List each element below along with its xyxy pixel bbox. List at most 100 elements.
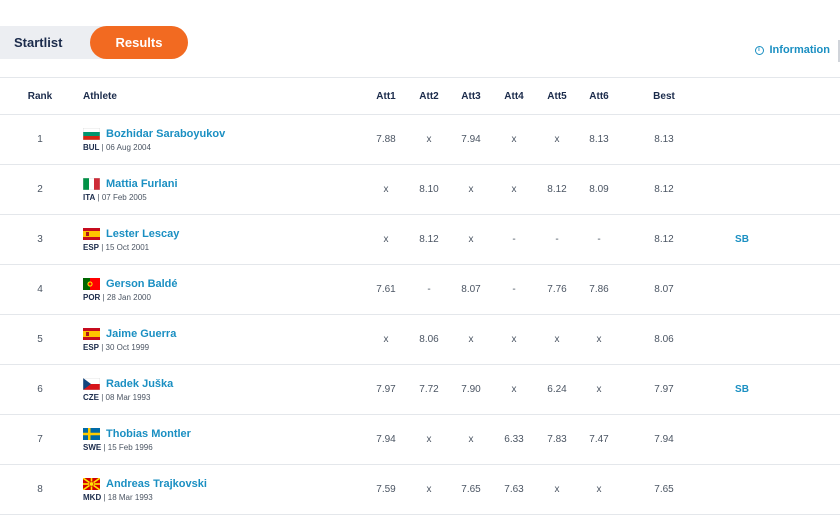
athlete-name-link[interactable]: Bozhidar Saraboyukov bbox=[106, 128, 225, 140]
attempt-1-cell: 7.94 bbox=[376, 434, 396, 445]
athlete-meta: MKD | 18 Mar 1993 bbox=[83, 492, 153, 502]
best-cell: 8.12 bbox=[654, 234, 674, 245]
best-cell: 8.12 bbox=[654, 184, 674, 195]
best-cell: 7.65 bbox=[654, 484, 674, 495]
top-bar: Startlist Results i Information bbox=[0, 0, 840, 78]
athlete-info: Mattia Furlani ITA | 07 Feb 2005 bbox=[82, 177, 178, 202]
attempt-4-cell: x bbox=[511, 134, 517, 145]
country-code: ITA bbox=[83, 192, 96, 202]
note-badge bbox=[724, 165, 760, 214]
table-row: 7 Thobias Montler SWE | 15 Feb 1996 7.94… bbox=[0, 415, 840, 465]
country-code: BUL bbox=[83, 142, 100, 152]
athlete-name-link[interactable]: Lester Lescay bbox=[106, 228, 179, 240]
sweden-flag bbox=[83, 427, 100, 440]
athlete-info: Bozhidar Saraboyukov BUL | 06 Aug 2004 bbox=[82, 127, 225, 152]
athlete-meta: ESP | 30 Oct 1999 bbox=[83, 342, 150, 352]
attempt-3-cell: x bbox=[468, 434, 474, 445]
attempt-6-cell: 8.13 bbox=[589, 134, 609, 145]
athlete-meta: SWE | 15 Feb 1996 bbox=[83, 442, 153, 452]
athlete-name-link[interactable]: Mattia Furlani bbox=[106, 178, 178, 190]
tab-startlist[interactable]: Startlist bbox=[14, 26, 62, 59]
athlete-name-link[interactable]: Andreas Trajkovski bbox=[106, 478, 207, 490]
tab-results[interactable]: Results bbox=[90, 26, 188, 59]
athlete-info: Thobias Montler SWE | 15 Feb 1996 bbox=[83, 427, 191, 452]
best-cell: 8.13 bbox=[654, 134, 674, 145]
attempt-6-cell: 8.09 bbox=[589, 184, 609, 195]
attempt-3-cell: 7.94 bbox=[461, 134, 481, 145]
results-table: Rank Athlete Att1 Att2 Att3 Att4 Att5 At… bbox=[0, 77, 840, 515]
athlete-name-link[interactable]: Thobias Montler bbox=[106, 428, 191, 440]
attempt-1-cell: 7.97 bbox=[376, 384, 396, 395]
athlete-name-line: Radek Juška bbox=[82, 377, 173, 390]
info-icon: i bbox=[754, 45, 764, 55]
attempt-3-cell: x bbox=[468, 334, 474, 345]
best-cell: 8.06 bbox=[654, 334, 674, 345]
attempt-2-cell: 7.72 bbox=[419, 384, 439, 395]
attempt-3-cell: x bbox=[468, 184, 474, 195]
athlete-name-line: Gerson Baldé bbox=[83, 277, 178, 290]
rank-cell: 2 bbox=[37, 184, 43, 195]
attempt-4-cell: x bbox=[511, 334, 517, 345]
attempt-4-cell: - bbox=[512, 284, 516, 295]
country-code: ESP bbox=[83, 342, 100, 352]
attempt-5-cell: 6.24 bbox=[547, 384, 567, 395]
rank-cell: 6 bbox=[37, 384, 43, 395]
attempt-5-cell: 7.83 bbox=[547, 434, 567, 445]
table-row: 1 Bozhidar Saraboyukov BUL | 06 Aug 2004… bbox=[0, 115, 840, 165]
athlete-name-link[interactable]: Jaime Guerra bbox=[106, 328, 176, 340]
note-badge: SB bbox=[735, 234, 749, 245]
athlete-name-link[interactable]: Gerson Baldé bbox=[106, 278, 178, 290]
czech-flag bbox=[82, 377, 101, 390]
athlete-meta: CZE | 08 Mar 1993 bbox=[83, 392, 151, 402]
athlete-info: Jaime Guerra ESP | 30 Oct 1999 bbox=[83, 327, 176, 352]
country-code: MKD bbox=[83, 492, 102, 502]
athlete-cell: Mattia Furlani ITA | 07 Feb 2005 bbox=[82, 165, 343, 214]
table-row: 4 Gerson Baldé POR | 28 Jan 2000 7.61 - 8.… bbox=[0, 265, 840, 315]
date-of-birth: 07 Feb 2005 bbox=[101, 192, 147, 202]
best-cell: 7.97 bbox=[654, 384, 674, 395]
information-label: Information bbox=[769, 44, 831, 56]
macedonia-flag bbox=[82, 476, 101, 491]
information-link[interactable]: i Information bbox=[754, 42, 831, 58]
col-att5-header: Att5 bbox=[547, 90, 567, 102]
col-att6-header: Att6 bbox=[589, 90, 609, 102]
country-code: CZE bbox=[83, 392, 99, 402]
athlete-name-line: Jaime Guerra bbox=[83, 327, 176, 340]
date-of-birth: 08 Mar 1993 bbox=[105, 392, 151, 402]
col-att2-header: Att2 bbox=[419, 90, 439, 102]
attempt-4-cell: - bbox=[512, 234, 516, 245]
country-code: POR bbox=[83, 292, 101, 302]
attempt-3-cell: 8.07 bbox=[461, 284, 481, 295]
athlete-cell: Radek Juška CZE | 08 Mar 1993 bbox=[82, 365, 343, 414]
attempt-2-cell: x bbox=[426, 484, 432, 495]
country-code: SWE bbox=[83, 442, 102, 452]
table-row: 6 Radek Juška CZE | 08 Mar 1993 7.97 7.72… bbox=[0, 365, 840, 415]
spain-flag bbox=[83, 327, 100, 340]
athlete-name-line: Bozhidar Saraboyukov bbox=[82, 127, 225, 140]
col-att4-header: Att4 bbox=[504, 90, 524, 102]
attempt-1-cell: 7.88 bbox=[376, 134, 396, 145]
note-badge: SB bbox=[735, 384, 749, 395]
athlete-name-link[interactable]: Radek Juška bbox=[106, 378, 173, 390]
attempt-5-cell: x bbox=[554, 334, 560, 345]
spain-flag bbox=[83, 227, 100, 240]
rank-cell: 5 bbox=[37, 334, 43, 345]
rank-cell: 7 bbox=[37, 434, 43, 445]
attempt-2-cell: - bbox=[427, 284, 431, 295]
rank-cell: 1 bbox=[37, 134, 43, 145]
attempt-6-cell: - bbox=[597, 234, 601, 245]
attempt-4-cell: 6.33 bbox=[504, 434, 524, 445]
athlete-cell: Jaime Guerra ESP | 30 Oct 1999 bbox=[83, 315, 343, 364]
table-row: 5 Jaime Guerra ESP | 30 Oct 1999 x 8.06 x x… bbox=[0, 315, 840, 365]
note-badge bbox=[724, 315, 760, 364]
col-att3-header: Att3 bbox=[461, 90, 481, 102]
bulgaria-flag bbox=[82, 127, 101, 140]
table-header: Rank Athlete Att1 Att2 Att3 Att4 Att5 At… bbox=[0, 78, 840, 115]
table-row: 3 Lester Lescay ESP | 15 Oct 2001 x 8.12 x… bbox=[0, 215, 840, 265]
attempt-5-cell: 7.76 bbox=[547, 284, 567, 295]
note-badge bbox=[724, 115, 760, 164]
athlete-cell: Bozhidar Saraboyukov BUL | 06 Aug 2004 bbox=[82, 115, 343, 164]
attempt-1-cell: x bbox=[383, 234, 389, 245]
date-of-birth: 30 Oct 1999 bbox=[105, 342, 150, 352]
best-cell: 7.94 bbox=[654, 434, 674, 445]
